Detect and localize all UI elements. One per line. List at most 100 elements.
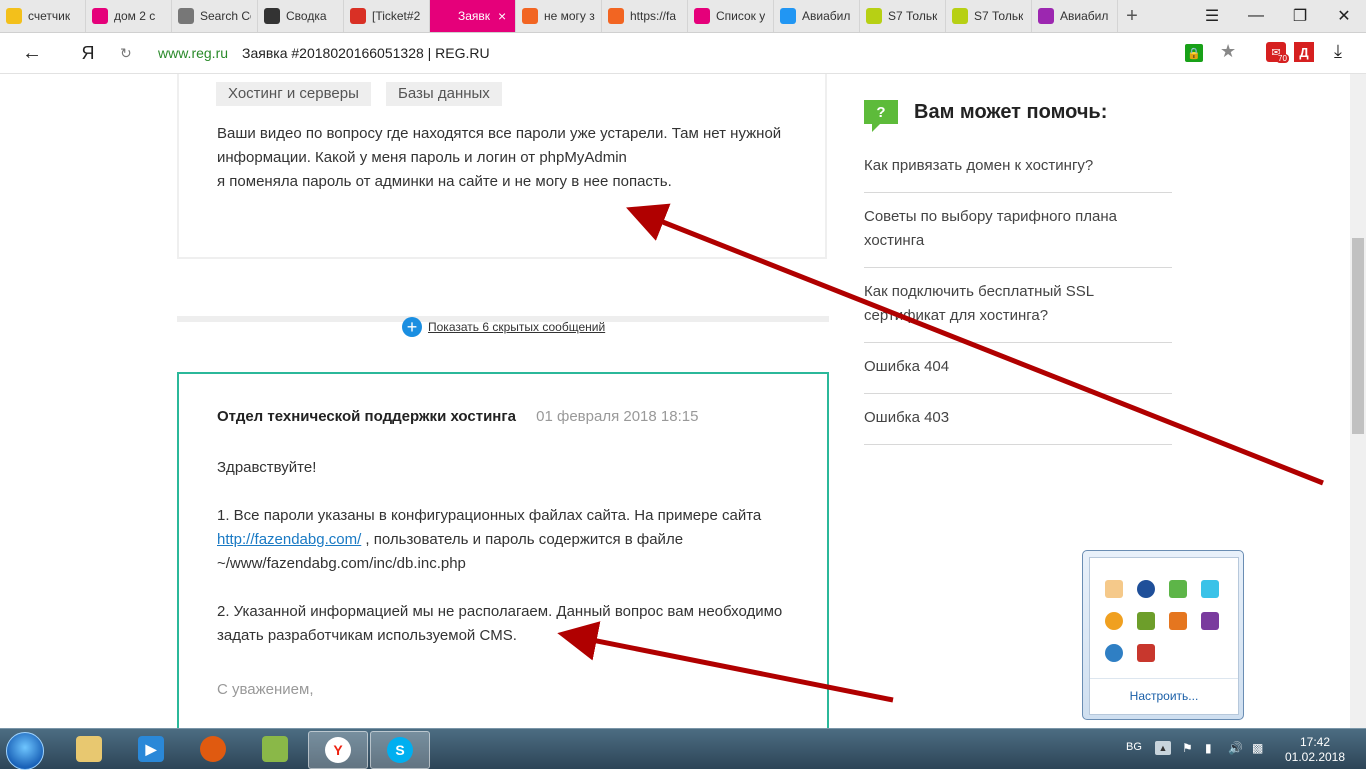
clock-time: 17:42: [1299, 735, 1331, 749]
bluetooth-icon[interactable]: [1137, 580, 1155, 598]
help-article-link[interactable]: Как привязать домен к хостингу?: [864, 142, 1172, 193]
help-article-link[interactable]: Как подключить бесплатный SSL сертификат…: [864, 268, 1172, 343]
reg-ru-icon: [436, 8, 452, 24]
minimize-icon[interactable]: —: [1234, 0, 1278, 32]
tray-app-icon[interactable]: [1105, 612, 1123, 630]
page-scrollbar[interactable]: [1350, 74, 1366, 728]
new-tab-button[interactable]: +: [1120, 0, 1144, 32]
customize-link[interactable]: Настроить...: [1090, 678, 1238, 703]
onenote-icon[interactable]: [1201, 612, 1219, 630]
restore-icon[interactable]: ❐: [1278, 0, 1322, 32]
yandex-logo-icon[interactable]: Я: [70, 33, 106, 73]
browser-tab[interactable]: S7 Тольк: [860, 0, 946, 32]
s-orange-icon: [522, 8, 538, 24]
tray-app-icon[interactable]: [1105, 580, 1123, 598]
help-article-text[interactable]: Ошибка 404: [864, 355, 1172, 379]
help-article-text[interactable]: Как подключить бесплатный SSL: [864, 280, 1172, 304]
tray-app-icon[interactable]: [1201, 580, 1219, 598]
support-reply-card: Отдел технической поддержки хостинга 01 …: [177, 372, 829, 728]
tab-close-icon[interactable]: ×: [498, 8, 506, 24]
language-indicator[interactable]: BG: [1126, 741, 1142, 753]
browser-tab[interactable]: Авиабил: [1032, 0, 1118, 32]
tab-label: Сводка: [286, 9, 327, 23]
menu-icon[interactable]: ☰: [1190, 0, 1234, 32]
tab-strip: счетчик дом 2 с Search Co Сводка [Ticket#2 За…: [0, 0, 1366, 33]
browser-tab[interactable]: https://fa: [602, 0, 688, 32]
tab-label: Search Co: [200, 9, 251, 23]
network-icon[interactable]: ▩: [1252, 741, 1266, 755]
s7-icon: [952, 8, 968, 24]
system-clock[interactable]: 17:42 01.02.2018: [1284, 735, 1346, 765]
help-article-text[interactable]: Как привязать домен к хостингу?: [864, 154, 1172, 178]
battery-icon[interactable]: ▮: [1205, 741, 1219, 755]
yandex-metrica-icon: [6, 8, 22, 24]
reload-icon[interactable]: ↻: [120, 45, 142, 62]
scrollbar-thumb[interactable]: [1352, 238, 1364, 434]
help-article-link[interactable]: Ошибка 404: [864, 343, 1172, 394]
url-field[interactable]: ↻ www.reg.ru Заявка #2018020166051328 | …: [120, 38, 1250, 68]
browser-tab[interactable]: Сводка: [258, 0, 344, 32]
help-article-text[interactable]: Советы по выбору тарифного плана: [864, 205, 1172, 229]
help-article-text[interactable]: Ошибка 403: [864, 406, 1172, 430]
yandex-browser-icon[interactable]: Y: [308, 731, 368, 769]
bookmark-star-icon[interactable]: ★: [1220, 41, 1236, 62]
tray-app-icon[interactable]: [1137, 612, 1155, 630]
help-article-link[interactable]: Советы по выбору тарифного плана хостинг…: [864, 193, 1172, 268]
action-center-flag-icon[interactable]: ⚑: [1182, 741, 1196, 755]
video-app-icon[interactable]: [184, 731, 242, 767]
tab-label: Авиабил: [1060, 9, 1109, 23]
help-article-link[interactable]: Ошибка 403: [864, 394, 1172, 445]
tab-label: S7 Тольк: [974, 9, 1024, 23]
search-console-icon: [178, 8, 194, 24]
plus-circle-icon[interactable]: +: [402, 317, 422, 337]
tray-app-icon[interactable]: [1105, 644, 1123, 662]
number-2-icon: [92, 8, 108, 24]
start-button[interactable]: [6, 732, 44, 770]
browser-tab[interactable]: счетчик: [0, 0, 86, 32]
tab-label: https://fa: [630, 9, 677, 23]
media-player-icon[interactable]: ▶: [122, 731, 180, 767]
close-window-icon[interactable]: ✕: [1322, 0, 1366, 32]
lock-icon[interactable]: 🔒: [1185, 44, 1203, 62]
extension-badge: 70: [1276, 54, 1289, 63]
back-arrow-icon[interactable]: ←: [14, 33, 50, 73]
download-icon[interactable]: ⤓: [1334, 41, 1342, 62]
browser-tab[interactable]: S7 Тольк: [946, 0, 1032, 32]
java-icon[interactable]: [1169, 612, 1187, 630]
url-page-title: Заявка #2018020166051328 | REG.RU: [242, 45, 490, 61]
site-link[interactable]: http://fazendabg.com/: [217, 531, 361, 548]
extension-d-icon[interactable]: Д: [1294, 42, 1314, 62]
browser-tab[interactable]: дом 2 с: [86, 0, 172, 32]
s7-icon: [866, 8, 882, 24]
browser-tab[interactable]: Заявк ×: [430, 0, 516, 32]
tab-label: счетчик: [28, 9, 71, 23]
extension-mail-icon[interactable]: ✉ 70: [1266, 42, 1289, 63]
tag-hosting[interactable]: Хостинг и серверы: [216, 82, 371, 106]
help-article-text[interactable]: сертификат для хостинга?: [864, 304, 1172, 328]
help-article-list: Как привязать домен к хостингу? Советы п…: [864, 142, 1172, 445]
s-orange-icon: [608, 8, 624, 24]
show-hidden-label[interactable]: Показать 6 скрытых сообщений: [428, 320, 605, 334]
tab-label: дом 2 с: [114, 9, 156, 23]
tab-label: не могу з: [544, 9, 595, 23]
tray-app-icon[interactable]: [1137, 644, 1155, 662]
show-hidden-icons-button[interactable]: ▲: [1155, 741, 1171, 755]
browser-tab[interactable]: [Ticket#2: [344, 0, 430, 32]
skype-icon[interactable]: S: [370, 731, 430, 769]
browser-tab[interactable]: не могу з: [516, 0, 602, 32]
browser-tab[interactable]: Авиабил: [774, 0, 860, 32]
explorer-icon[interactable]: [60, 731, 118, 767]
message-line: я поменяла пароль от админки на сайте и …: [217, 173, 672, 190]
volume-icon[interactable]: 🔊: [1228, 741, 1243, 755]
code-icon: [264, 8, 280, 24]
evernote-icon[interactable]: [1169, 580, 1187, 598]
tab-label: S7 Тольк: [888, 9, 938, 23]
browser-tab[interactable]: Search Co: [172, 0, 258, 32]
help-article-text[interactable]: хостинга: [864, 229, 1172, 253]
tab-label: Заявк: [458, 9, 491, 23]
tag-databases[interactable]: Базы данных: [386, 82, 502, 106]
clock-date: 01.02.2018: [1284, 750, 1346, 764]
notepad-icon[interactable]: [246, 731, 304, 767]
show-hidden-messages-link[interactable]: + Показать 6 скрытых сообщений: [402, 317, 605, 337]
browser-tab[interactable]: Список у: [688, 0, 774, 32]
